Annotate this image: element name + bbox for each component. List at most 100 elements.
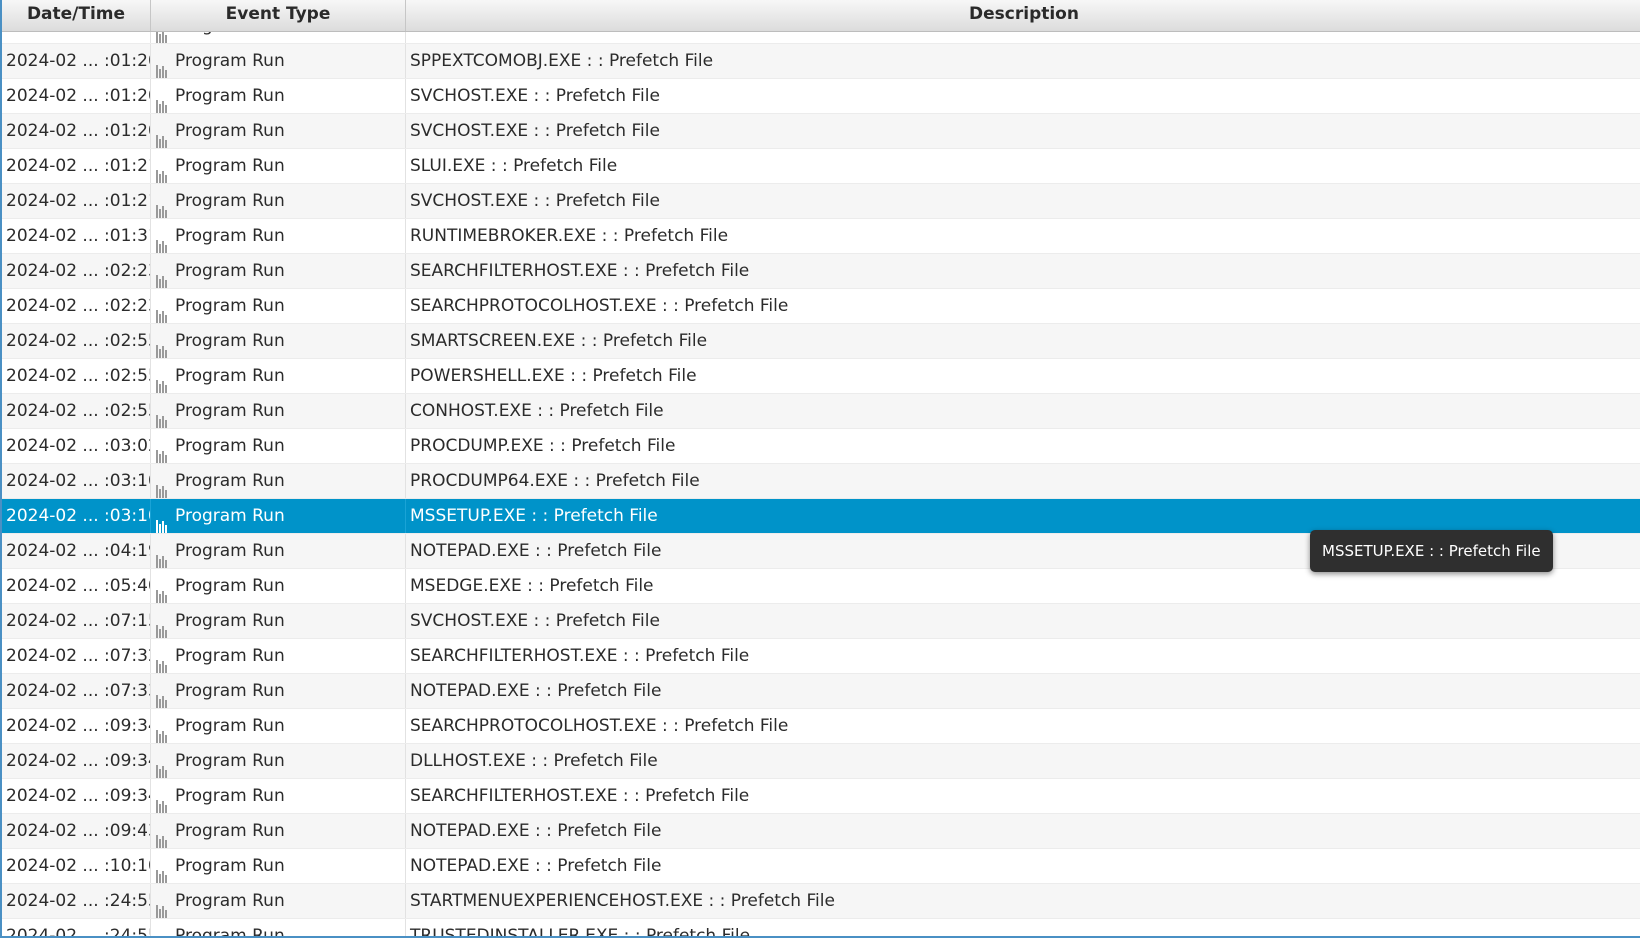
datetime-cell: 2024-02 ... :07:33 (2, 674, 151, 708)
description-cell: SVCHOST.EXE : : Prefetch File (410, 191, 660, 211)
event-type-cell: Program Run (151, 184, 406, 218)
program-run-icon (156, 325, 169, 358)
datetime-cell: 2024-02 ... :04:19 (2, 534, 151, 568)
events-table[interactable]: Date/Time Event Type Description 2024-02… (0, 0, 1640, 938)
description-cell: SVCHOST.EXE : : Prefetch File (410, 611, 660, 631)
description-cell: CONHOST.EXE : : Prefetch File (410, 401, 664, 421)
column-header-event-type[interactable]: Event Type (151, 0, 406, 31)
table-row[interactable]: 2024-02 ... :07:33 Program Run NOTEPAD.EXE… (2, 674, 1640, 709)
program-run-icon (156, 640, 169, 673)
program-run-icon (156, 850, 169, 883)
description-cell: NOTEPAD.EXE : : Prefetch File (410, 821, 662, 841)
datetime-cell: 2024-02 ... :01:21 (2, 149, 151, 183)
event-type-cell: Program Run (151, 219, 406, 253)
table-row[interactable]: 2024-02 ... :24:55 Program Run STARTMENUEX… (2, 884, 1640, 919)
event-type-cell: Program Run (151, 359, 406, 393)
description-cell: SEARCHFILTERHOST.EXE : : Prefetch File (410, 261, 750, 281)
table-row[interactable]: 2024-02 ... :01:20 Program Run SVCHOST.EXE… (2, 79, 1640, 114)
column-header-description[interactable]: Description (406, 0, 1640, 31)
table-row[interactable]: 2024-02 ... :03:10 Program Run MSSETUP.EXE… (2, 499, 1640, 534)
table-row[interactable]: 2024-02 ... :03:10 Program Run PROCDUMP64.… (2, 464, 1640, 499)
program-run-icon (156, 395, 169, 428)
table-row[interactable]: 2024-02 ... :01:20 Program Run SVCHOST.EXE… (2, 114, 1640, 149)
description-cell: NOTEPAD.EXE : : Prefetch File (410, 856, 662, 876)
description-cell: SMARTSCREEN.EXE : : Prefetch File (410, 331, 708, 351)
event-type-label: Program Run (175, 191, 285, 211)
datetime-cell: 2024-02 ... :02:55 (2, 394, 151, 428)
datetime-cell: 2024-02 ... :09:34 (2, 744, 151, 778)
event-type-label: Program Run (175, 541, 285, 561)
description-cell: SEARCHFILTERHOST.EXE : : Prefetch File (410, 646, 750, 666)
event-type-cell: Program Run (151, 604, 406, 638)
event-type-label: Program Run (175, 891, 285, 911)
table-row[interactable]: 2024-02 ... :02:23 Program Run SEARCHPROTO… (2, 289, 1640, 324)
description-cell: SVCHOST.EXE : : Prefetch File (410, 121, 660, 141)
program-run-icon (156, 815, 169, 848)
event-type-label: Program Run (175, 576, 285, 596)
table-row[interactable]: 2024-02 ... :01:21 Program Run SVCHOST.EXE… (2, 184, 1640, 219)
table-header: Date/Time Event Type Description (2, 0, 1640, 32)
table-row[interactable]: 2024-02 ... :01:20 Program Run SPPEXTCOMOB… (2, 44, 1640, 79)
table-row[interactable]: 2024-02 ... :07:15 Program Run SVCHOST.EXE… (2, 604, 1640, 639)
event-type-label: Program Run (175, 401, 285, 421)
program-run-icon (156, 780, 169, 813)
table-body: 2024-02 ... :01:20 Program Run DLLHOST.EXE… (2, 9, 1640, 938)
program-run-icon (156, 500, 169, 533)
event-type-cell: Program Run (151, 429, 406, 463)
event-type-label: Program Run (175, 471, 285, 491)
description-cell: SLUI.EXE : : Prefetch File (410, 156, 618, 176)
table-row[interactable]: 2024-02 ... :02:55 Program Run SMARTSCREEN… (2, 324, 1640, 359)
event-type-cell: Program Run (151, 779, 406, 813)
description-cell: PROCDUMP64.EXE : : Prefetch File (410, 471, 700, 491)
table-row[interactable]: 2024-02 ... :05:40 Program Run MSEDGE.EXE … (2, 569, 1640, 604)
datetime-cell: 2024-02 ... :01:20 (2, 114, 151, 148)
event-type-label: Program Run (175, 506, 285, 526)
datetime-cell: 2024-02 ... :01:20 (2, 79, 151, 113)
table-row[interactable]: 2024-02 ... :01:21 Program Run SLUI.EXE : … (2, 149, 1640, 184)
description-cell: MSEDGE.EXE : : Prefetch File (410, 576, 654, 596)
column-header-datetime[interactable]: Date/Time (2, 0, 151, 31)
datetime-cell: 2024-02 ... :09:34 (2, 709, 151, 743)
table-bottom-border (0, 936, 1640, 938)
table-row[interactable]: 2024-02 ... :01:31 Program Run RUNTIMEBROK… (2, 219, 1640, 254)
event-type-cell: Program Run (151, 639, 406, 673)
description-cell: MSSETUP.EXE : : Prefetch File (410, 506, 658, 526)
table-row[interactable]: 2024-02 ... :03:02 Program Run PROCDUMP.EX… (2, 429, 1640, 464)
program-run-icon (156, 745, 169, 778)
description-cell: DLLHOST.EXE : : Prefetch File (410, 751, 658, 771)
event-type-label: Program Run (175, 86, 285, 106)
program-run-icon (156, 605, 169, 638)
table-row[interactable]: 2024-02 ... :02:55 Program Run POWERSHELL.… (2, 359, 1640, 394)
table-row[interactable]: 2024-02 ... :02:55 Program Run CONHOST.EXE… (2, 394, 1640, 429)
event-type-cell: Program Run (151, 464, 406, 498)
event-type-label: Program Run (175, 716, 285, 736)
event-type-cell: Program Run (151, 289, 406, 323)
event-type-cell: Program Run (151, 744, 406, 778)
datetime-cell: 2024-02 ... :02:23 (2, 289, 151, 323)
program-run-icon (156, 115, 169, 148)
table-row[interactable]: 2024-02 ... :09:34 Program Run SEARCHPROTO… (2, 709, 1640, 744)
description-cell: RUNTIMEBROKER.EXE : : Prefetch File (410, 226, 729, 246)
datetime-cell: 2024-02 ... :03:02 (2, 429, 151, 463)
table-row[interactable]: 2024-02 ... :10:10 Program Run NOTEPAD.EXE… (2, 849, 1640, 884)
table-row[interactable]: 2024-02 ... :07:32 Program Run SEARCHFILTE… (2, 639, 1640, 674)
program-run-icon (156, 220, 169, 253)
event-type-cell: Program Run (151, 114, 406, 148)
event-type-cell: Program Run (151, 254, 406, 288)
description-cell: PROCDUMP.EXE : : Prefetch File (410, 436, 676, 456)
table-row[interactable]: 2024-02 ... :09:43 Program Run NOTEPAD.EXE… (2, 814, 1640, 849)
datetime-cell: 2024-02 ... :24:55 (2, 884, 151, 918)
event-type-label: Program Run (175, 51, 285, 71)
program-run-icon (156, 150, 169, 183)
program-run-icon (156, 675, 169, 708)
table-row[interactable]: 2024-02 ... :09:34 Program Run SEARCHFILTE… (2, 779, 1640, 814)
table-row[interactable]: 2024-02 ... :02:23 Program Run SEARCHFILTE… (2, 254, 1640, 289)
event-type-label: Program Run (175, 296, 285, 316)
event-type-cell: Program Run (151, 884, 406, 918)
event-type-label: Program Run (175, 786, 285, 806)
event-type-cell: Program Run (151, 709, 406, 743)
program-run-icon (156, 535, 169, 568)
event-type-cell: Program Run (151, 44, 406, 78)
table-row[interactable]: 2024-02 ... :09:34 Program Run DLLHOST.EXE… (2, 744, 1640, 779)
datetime-cell: 2024-02 ... :02:55 (2, 359, 151, 393)
